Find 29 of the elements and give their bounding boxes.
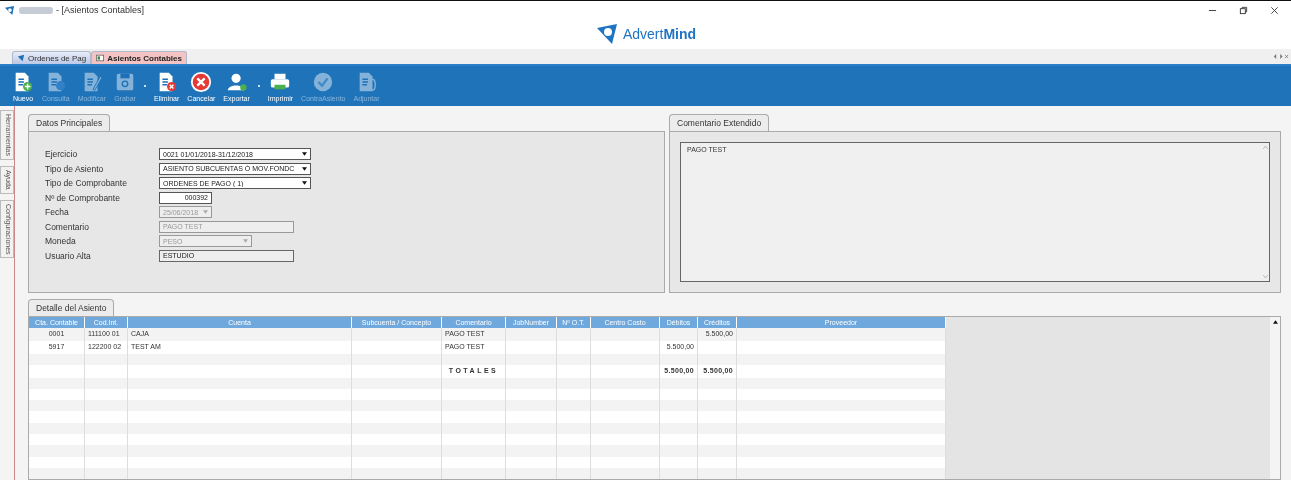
scroll-up-icon[interactable] bbox=[1272, 320, 1278, 324]
caret-icon bbox=[243, 239, 248, 243]
checkmark-icon bbox=[312, 70, 335, 93]
field-label: Comentario bbox=[45, 221, 89, 232]
logo-icon bbox=[17, 54, 25, 62]
restore-icon[interactable] bbox=[1239, 5, 1248, 15]
field-label: Nº de Comprobante bbox=[45, 192, 120, 203]
tab-scroll-icon[interactable] bbox=[1273, 53, 1289, 60]
caret-icon bbox=[302, 181, 307, 185]
window-icon bbox=[96, 54, 105, 62]
field-label: Tipo de Comprobante bbox=[45, 178, 127, 188]
field-label: Tipo de Asiento bbox=[45, 163, 104, 174]
cancel-icon bbox=[190, 70, 213, 93]
window-title: - [Asientos Contables] bbox=[56, 5, 145, 15]
logo-icon bbox=[594, 22, 619, 46]
field-label: Usuario Alta bbox=[45, 250, 91, 261]
close-icon[interactable] bbox=[1270, 5, 1279, 15]
blurred-text bbox=[19, 6, 53, 14]
scrollbar[interactable] bbox=[1270, 317, 1280, 479]
caret-icon bbox=[302, 166, 307, 171]
logo-text: AdvertMind bbox=[622, 26, 697, 42]
document-tab[interactable]: Asientos Contables bbox=[91, 51, 187, 64]
caret-icon bbox=[302, 152, 307, 156]
field-label: Fecha bbox=[45, 207, 69, 217]
app-icon bbox=[4, 4, 15, 16]
document-tab[interactable]: Ordenes de Pag bbox=[12, 51, 92, 64]
field-label: Moneda bbox=[45, 236, 76, 246]
field-label: Ejercicio bbox=[45, 149, 78, 159]
caret-icon bbox=[203, 210, 208, 214]
